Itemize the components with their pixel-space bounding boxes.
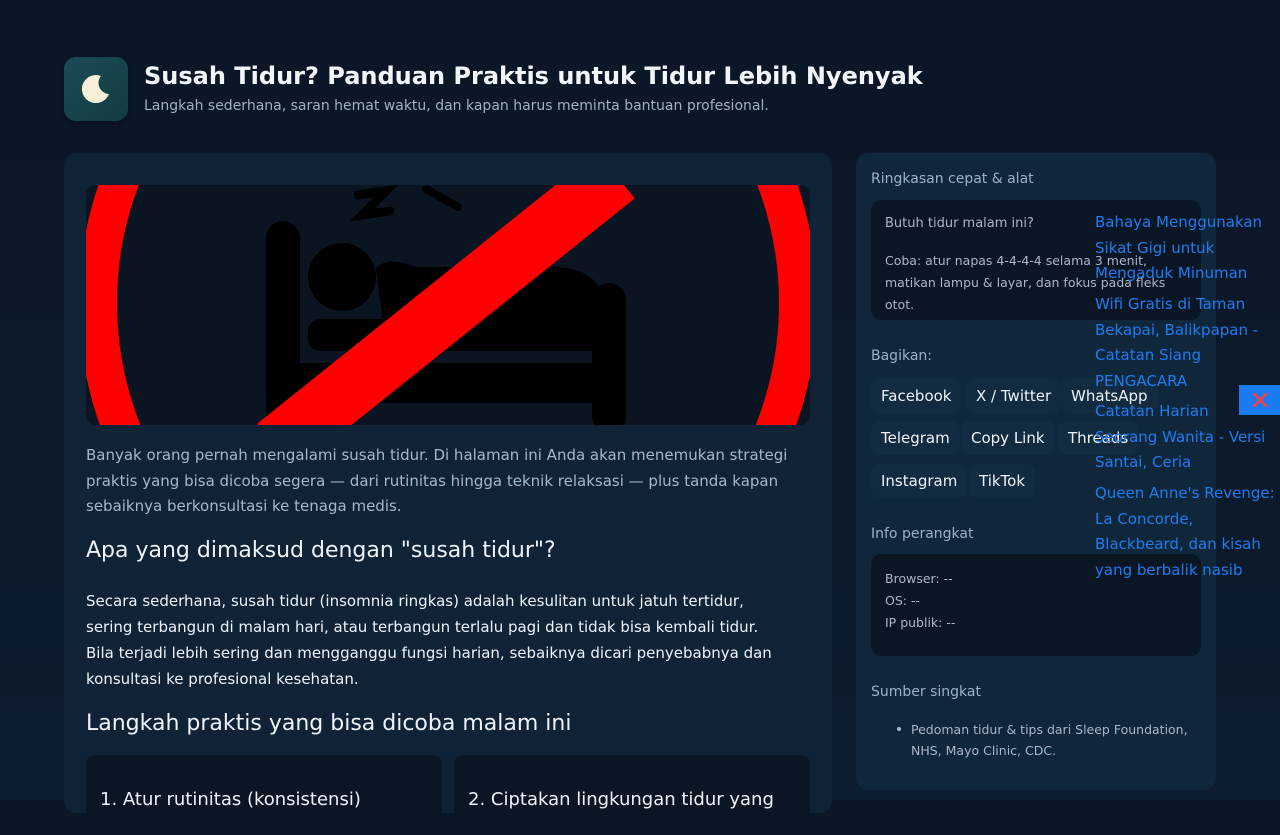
- definition-heading: Apa yang dimaksud dengan "susah tidur"?: [86, 538, 556, 563]
- page-title: Susah Tidur? Panduan Praktis untuk Tidur…: [144, 62, 923, 90]
- device-browser: Browser: --: [885, 571, 953, 586]
- moon-icon: [64, 57, 128, 121]
- steps-heading: Langkah praktis yang bisa dicoba malam i…: [86, 711, 572, 736]
- page-header: Susah Tidur? Panduan Praktis untuk Tidur…: [64, 57, 923, 121]
- tip-question: Butuh tidur malam ini?: [885, 216, 1034, 231]
- summary-label: Ringkasan cepat & alat: [871, 171, 1034, 187]
- share-instagram-button[interactable]: Instagram: [871, 464, 968, 498]
- share-telegram-button[interactable]: Telegram: [871, 421, 960, 455]
- definition-paragraph: Secara sederhana, susah tidur (insomnia …: [86, 592, 772, 688]
- related-link[interactable]: Bahaya Menggunakan Sikat Gigi untuk Meng…: [1095, 210, 1275, 287]
- share-facebook-button[interactable]: Facebook: [871, 379, 962, 413]
- source-list-item: Pedoman tidur & tips dari Sleep Foundati…: [897, 719, 1191, 761]
- no-sleep-icon: [86, 185, 810, 425]
- device-os: OS: --: [885, 593, 920, 608]
- related-link[interactable]: Queen Anne's Revenge: La Concorde, Black…: [1095, 481, 1275, 583]
- article-card: Banyak orang pernah mengalami susah tidu…: [64, 153, 832, 835]
- intro-paragraph: Banyak orang pernah mengalami susah tidu…: [86, 446, 788, 515]
- copy-link-button[interactable]: Copy Link: [961, 421, 1055, 455]
- page-subtitle: Langkah sederhana, saran hemat waktu, da…: [144, 98, 769, 114]
- close-icon[interactable]: [1239, 385, 1280, 415]
- share-tiktok-button[interactable]: TikTok: [969, 464, 1036, 498]
- device-label: Info perangkat: [871, 526, 974, 542]
- share-label: Bagikan:: [871, 348, 932, 364]
- share-twitter-button[interactable]: X / Twitter: [966, 379, 1062, 413]
- step-card: 1. Atur rutinitas (konsistensi): [86, 755, 442, 835]
- sources-label: Sumber singkat: [871, 684, 981, 700]
- related-link[interactable]: Wifi Gratis di Taman Bekapai, Balikpapan…: [1095, 292, 1275, 394]
- device-ip: IP publik: --: [885, 615, 956, 630]
- step-card: 2. Ciptakan lingkungan tidur yang: [454, 755, 810, 835]
